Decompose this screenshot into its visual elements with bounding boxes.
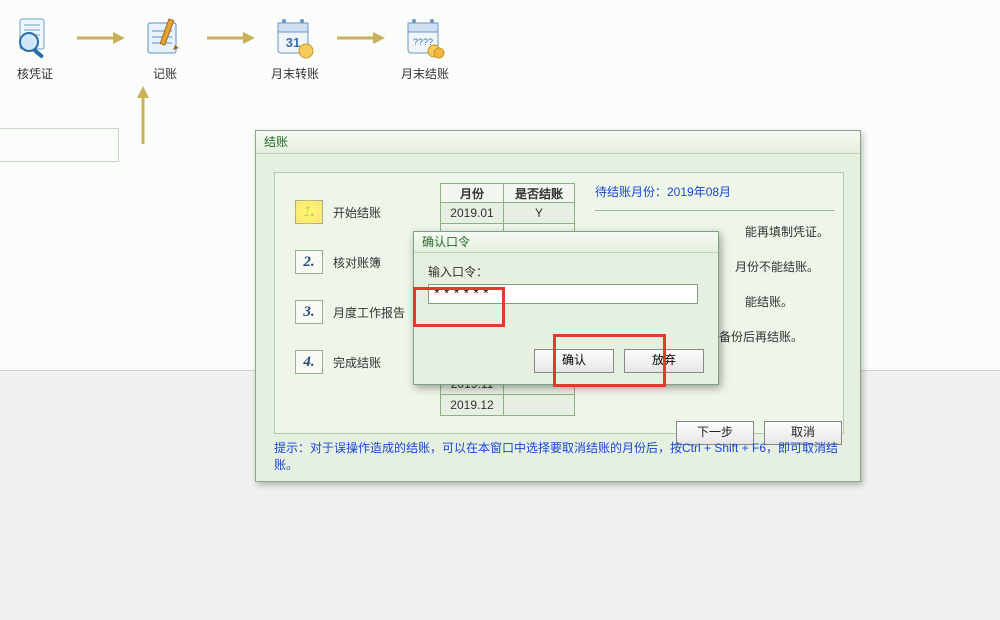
flow-node-audit[interactable]: 核凭证 xyxy=(0,10,70,82)
confirm-button[interactable]: 确认 xyxy=(534,349,614,373)
step-label: 开始结账 xyxy=(333,204,381,221)
password-input[interactable] xyxy=(428,284,698,304)
arrow-up-icon xyxy=(133,86,153,149)
step-label: 月度工作报告 xyxy=(333,304,405,321)
flow-node-close[interactable]: ???? 月末结账 xyxy=(390,10,460,82)
calendar-transfer-icon: 31 xyxy=(265,10,325,65)
workflow-row: 核凭证 记账 31 月末 xyxy=(0,10,460,120)
abandon-button[interactable]: 放弃 xyxy=(624,349,704,373)
flow-label: 记账 xyxy=(130,65,200,82)
flow-label: 月末结账 xyxy=(390,65,460,82)
step-number-icon: 3. xyxy=(295,300,323,324)
cell-closed[interactable]: Y xyxy=(504,203,575,224)
flow-label: 核凭证 xyxy=(0,65,70,82)
password-dialog: 确认口令 输入口令： 确认 放弃 xyxy=(413,231,719,385)
ledger-pen-icon xyxy=(135,10,195,65)
col-closed: 是否结账 xyxy=(504,184,575,203)
step-start-closing[interactable]: 1. 开始结账 xyxy=(295,198,425,226)
table-row: 2019.01 Y xyxy=(441,203,575,224)
left-panel-edge xyxy=(0,128,119,162)
step-number-icon: 1. xyxy=(295,200,323,224)
step-label: 完成结账 xyxy=(333,354,381,371)
flow-label: 月末转账 xyxy=(260,65,330,82)
table-row: 2019.12 xyxy=(441,395,575,416)
magnifier-doc-icon xyxy=(5,10,65,65)
step-number-icon: 4. xyxy=(295,350,323,374)
separator xyxy=(595,210,835,211)
arrow-icon xyxy=(200,10,260,65)
arrow-icon xyxy=(330,10,390,65)
step-monthly-report[interactable]: 3. 月度工作报告 xyxy=(295,298,425,326)
note-text: 能结账。 xyxy=(745,293,835,310)
flow-node-post[interactable]: 记账 xyxy=(130,10,200,82)
step-label: 核对账簿 xyxy=(333,254,381,271)
dialog-hint: 提示：对于误操作造成的结账，可以在本窗口中选择要取消结账的月份后，按Ctrl +… xyxy=(274,439,844,473)
note-text: 月份不能结账。 xyxy=(735,258,835,275)
step-verify-books[interactable]: 2. 核对账簿 xyxy=(295,248,425,276)
flow-node-transfer[interactable]: 31 月末转账 xyxy=(260,10,330,82)
cell-month[interactable]: 2019.01 xyxy=(441,203,504,224)
cell-month[interactable]: 2019.12 xyxy=(441,395,504,416)
step-number-icon: 2. xyxy=(295,250,323,274)
col-month: 月份 xyxy=(441,184,504,203)
note-text: 能再填制凭证。 xyxy=(745,223,835,240)
cell-closed[interactable] xyxy=(504,395,575,416)
password-dialog-title: 确认口令 xyxy=(414,232,718,253)
svg-text:????: ???? xyxy=(413,37,433,47)
step-finish-closing[interactable]: 4. 完成结账 xyxy=(295,348,425,376)
wizard-steps: 1. 开始结账 2. 核对账簿 3. 月度工作报告 4. 完成结账 xyxy=(295,198,425,398)
calendar-close-icon: ???? xyxy=(395,10,455,65)
dialog-title: 结账 xyxy=(256,131,860,154)
password-label: 输入口令： xyxy=(428,263,704,280)
arrow-icon xyxy=(70,10,130,65)
svg-text:31: 31 xyxy=(286,35,300,50)
pending-month-label: 待结账月份：2019年08月 xyxy=(595,183,835,200)
